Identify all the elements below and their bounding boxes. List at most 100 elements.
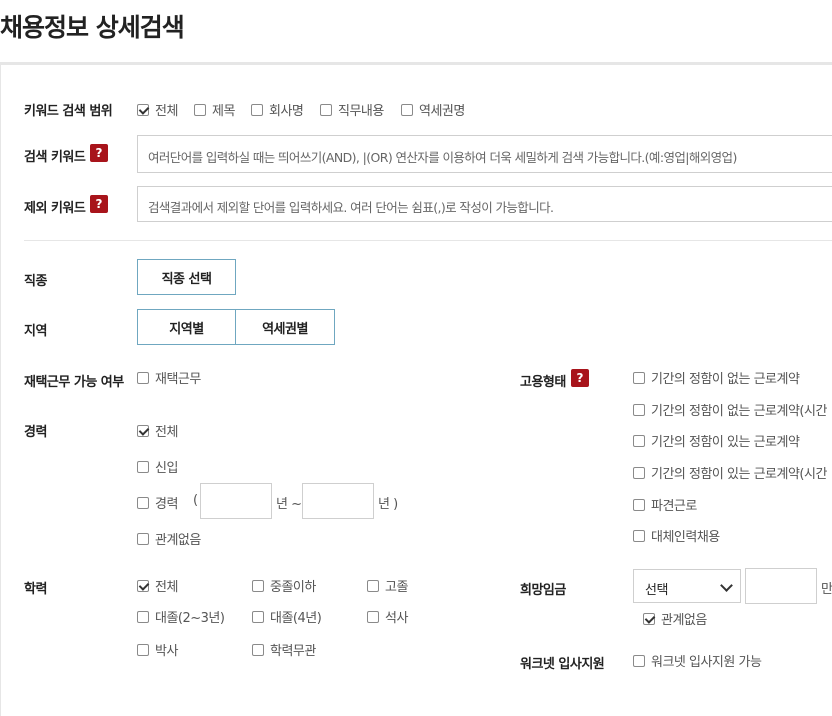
checkbox-box[interactable]: [633, 466, 645, 479]
edu-middle-checkbox[interactable]: 중졸이하: [252, 576, 316, 595]
checkbox-label: 워크넷 입사지원 가능: [651, 655, 762, 670]
checkbox-box[interactable]: [137, 371, 149, 384]
edu-any-checkbox[interactable]: 학력무관: [252, 640, 316, 659]
education-label: 학력: [24, 582, 47, 597]
exclude-keyword-input[interactable]: 검색결과에서 제외할 단어를 입력하세요. 여러 단어는 쉼표(,)로 작성이 …: [137, 186, 832, 222]
checkbox-label: 제목: [212, 104, 235, 119]
checkbox-box[interactable]: [643, 612, 655, 625]
emp-fixed-parttime-checkbox[interactable]: 기간의 정함이 있는 근로계약(시간: [633, 463, 827, 482]
career-exp-checkbox[interactable]: 경력: [137, 493, 178, 512]
edu-master-checkbox[interactable]: 석사: [367, 607, 408, 626]
search-keyword-label: 검색 키워드: [24, 150, 86, 165]
salary-any-checkbox[interactable]: 관계없음: [643, 609, 707, 628]
checkbox-box[interactable]: [137, 532, 149, 545]
remote-label: 재택근무 가능 여부: [24, 375, 124, 390]
checkbox-box[interactable]: [320, 103, 332, 116]
emp-fixed-checkbox[interactable]: 기간의 정함이 있는 근로계약: [633, 431, 800, 450]
checkbox-box[interactable]: [633, 498, 645, 511]
checkbox-box[interactable]: [137, 103, 149, 116]
checkbox-box[interactable]: [367, 610, 379, 623]
years-from-suffix: 년 ~: [276, 497, 302, 512]
scope-company-checkbox[interactable]: 회사명: [251, 100, 304, 119]
checkbox-label: 기간의 정함이 있는 근로계약(시간: [651, 467, 827, 482]
worknet-checkbox[interactable]: 워크넷 입사지원 가능: [633, 651, 762, 670]
checkbox-box[interactable]: [137, 643, 149, 656]
keyword-scope-label: 키워드 검색 범위: [24, 104, 113, 119]
job-type-select-button[interactable]: 직종 선택: [137, 259, 236, 295]
job-type-label: 직종: [24, 274, 47, 289]
checkbox-box[interactable]: [252, 643, 264, 656]
checkbox-label: 회사명: [269, 104, 304, 119]
emp-permanent-parttime-checkbox[interactable]: 기간의 정함이 없는 근로계약(시간: [633, 400, 827, 419]
search-keyword-input[interactable]: 여러단어를 입력하실 때는 띄어쓰기(AND), |(OR) 연산자를 이용하여…: [137, 135, 832, 173]
career-all-checkbox[interactable]: 전체: [137, 421, 178, 440]
checkbox-box[interactable]: [194, 103, 206, 116]
salary-select-value: 선택: [645, 583, 668, 598]
checkbox-label: 전체: [155, 580, 178, 595]
edu-high-checkbox[interactable]: 고졸: [367, 576, 408, 595]
emp-substitute-checkbox[interactable]: 대체인력채용: [633, 526, 720, 545]
checkbox-label: 파견근로: [651, 499, 697, 514]
edu-doctor-checkbox[interactable]: 박사: [137, 640, 178, 659]
checkbox-label: 고졸: [385, 580, 408, 595]
years-to-suffix: 년 ): [378, 497, 398, 512]
checkbox-box[interactable]: [137, 610, 149, 623]
help-icon[interactable]: ?: [90, 144, 108, 162]
checkbox-label: 전체: [155, 104, 178, 119]
checkbox-box[interactable]: [137, 460, 149, 473]
checkbox-label: 관계없음: [661, 613, 707, 628]
region-by-station-button[interactable]: 역세권별: [235, 309, 335, 345]
checkbox-box[interactable]: [401, 103, 413, 116]
scope-title-checkbox[interactable]: 제목: [194, 100, 235, 119]
salary-label: 희망임금: [520, 583, 566, 598]
checkbox-box[interactable]: [633, 403, 645, 416]
help-icon[interactable]: ?: [571, 369, 589, 387]
checkbox-box[interactable]: [633, 434, 645, 447]
checkbox-label: 학력무관: [270, 644, 316, 659]
emp-dispatch-checkbox[interactable]: 파견근로: [633, 495, 697, 514]
checkbox-label: 석사: [385, 611, 408, 626]
checkbox-label: 기간의 정함이 없는 근로계약(시간: [651, 404, 827, 419]
scope-station-checkbox[interactable]: 역세권명: [401, 100, 465, 119]
checkbox-box[interactable]: [633, 654, 645, 667]
career-years-to-input[interactable]: [302, 483, 374, 519]
checkbox-box[interactable]: [137, 496, 149, 509]
checkbox-label: 대졸(2~3년): [155, 611, 225, 626]
salary-amount-input[interactable]: [745, 568, 817, 604]
checkbox-label: 기간의 정함이 없는 근로계약: [651, 372, 800, 387]
checkbox-label: 재택근무: [155, 372, 201, 387]
checkbox-label: 중졸이하: [270, 580, 316, 595]
checkbox-label: 박사: [155, 644, 178, 659]
region-by-area-button[interactable]: 지역별: [137, 309, 236, 345]
career-new-checkbox[interactable]: 신입: [137, 457, 178, 476]
scope-all-checkbox[interactable]: 전체: [137, 100, 178, 119]
checkbox-label: 직무내용: [338, 104, 384, 119]
checkbox-box[interactable]: [252, 579, 264, 592]
salary-select[interactable]: 선택: [633, 569, 741, 603]
checkbox-box[interactable]: [137, 579, 149, 592]
checkbox-label: 대체인력채용: [651, 530, 720, 545]
chevron-down-icon: [720, 579, 733, 592]
section-divider: [24, 240, 832, 241]
help-icon[interactable]: ?: [90, 195, 108, 213]
checkbox-box[interactable]: [633, 371, 645, 384]
edu-college-checkbox[interactable]: 대졸(2~3년): [137, 607, 225, 626]
checkbox-box[interactable]: [251, 103, 263, 116]
remote-checkbox[interactable]: 재택근무: [137, 368, 201, 387]
emp-permanent-checkbox[interactable]: 기간의 정함이 없는 근로계약: [633, 368, 800, 387]
career-any-checkbox[interactable]: 관계없음: [137, 529, 201, 548]
checkbox-label: 역세권명: [419, 104, 465, 119]
checkbox-label: 신입: [155, 461, 178, 476]
checkbox-box[interactable]: [137, 424, 149, 437]
edu-all-checkbox[interactable]: 전체: [137, 576, 178, 595]
checkbox-box[interactable]: [367, 579, 379, 592]
scope-duty-checkbox[interactable]: 직무내용: [320, 100, 384, 119]
career-years-from-input[interactable]: [200, 483, 272, 519]
checkbox-box[interactable]: [633, 529, 645, 542]
salary-unit: 만: [821, 582, 832, 597]
career-label: 경력: [24, 425, 47, 440]
employment-label: 고용형태: [520, 375, 566, 390]
edu-university-checkbox[interactable]: 대졸(4년): [252, 607, 322, 626]
checkbox-box[interactable]: [252, 610, 264, 623]
worknet-label: 워크넷 입사지원: [520, 657, 605, 672]
